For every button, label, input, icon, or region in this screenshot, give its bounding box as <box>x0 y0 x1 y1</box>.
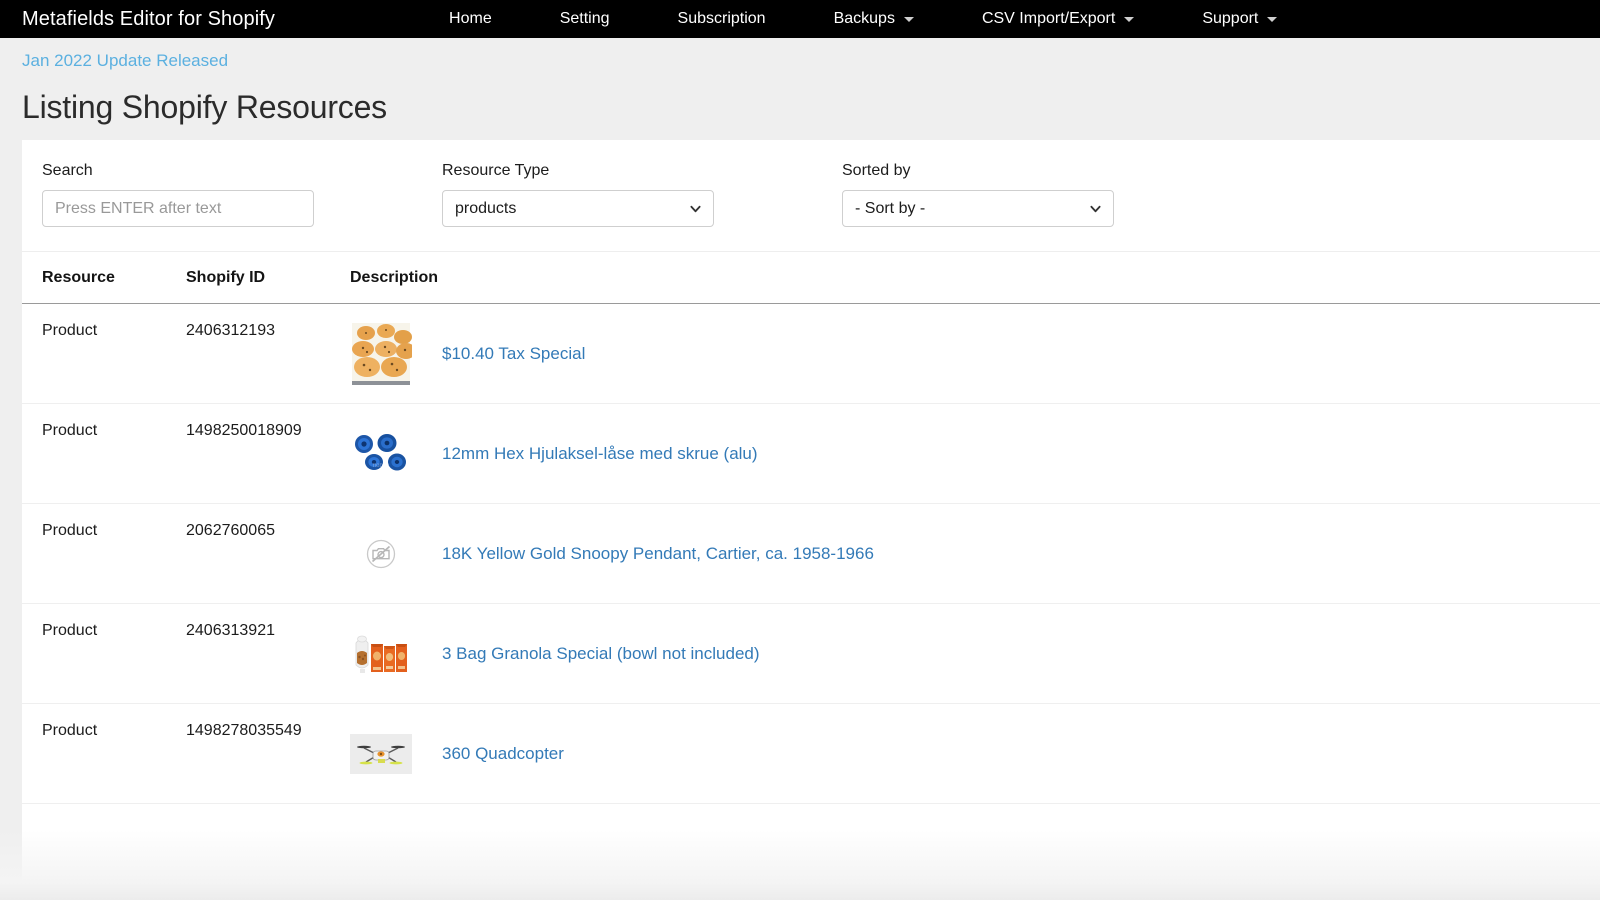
navbar-links: Home Setting Subscription Backups CSV Im… <box>415 10 1311 28</box>
sorted-by-selected-value: - Sort by - <box>855 200 925 218</box>
cell-description: hobby 12mm Hex Hjulaksel-låse med skrue … <box>350 404 1600 504</box>
nav-item-label: Backups <box>834 10 895 28</box>
cell-shopify-id: 1498250018909 <box>186 404 350 504</box>
table-row: Product 1498250018909 <box>22 404 1600 504</box>
cell-description: 18K Yellow Gold Snoopy Pendant, Cartier,… <box>350 504 1600 604</box>
sorted-by-field-group: Sorted by - Sort by - <box>842 162 1142 227</box>
chevron-down-icon <box>1267 17 1277 22</box>
cell-description: 360 Quadcopter <box>350 704 1600 804</box>
nav-item-label: Support <box>1202 10 1258 28</box>
resource-description-link[interactable]: 3 Bag Granola Special (bowl not included… <box>442 644 760 664</box>
cell-resource: Product <box>22 704 186 804</box>
cell-description: $10.40 Tax Special <box>350 304 1600 404</box>
table-row: Product 2406312193 <box>22 304 1600 404</box>
table-row: Product 2062760065 <box>22 504 1600 604</box>
chevron-down-icon <box>904 17 914 22</box>
cell-resource: Product <box>22 304 186 404</box>
blue-hex-hubs-image[interactable]: hobby <box>350 423 412 485</box>
update-announcement-link[interactable]: Jan 2022 Update Released <box>22 51 228 71</box>
search-input[interactable] <box>42 190 314 227</box>
content-card: Search Resource Type products Sorted by <box>22 140 1600 900</box>
nav-item-setting[interactable]: Setting <box>526 10 644 28</box>
table-row: Product 1498278035549 <box>22 704 1600 804</box>
resource-description-link[interactable]: 360 Quadcopter <box>442 744 564 764</box>
cookies-tray-image[interactable] <box>350 323 412 385</box>
nav-item-label: Subscription <box>678 10 766 28</box>
page-title: Listing Shopify Resources <box>22 89 1600 126</box>
resource-description-link[interactable]: 18K Yellow Gold Snoopy Pendant, Cartier,… <box>442 544 874 564</box>
cell-resource: Product <box>22 504 186 604</box>
table-header-row: Resource Shopify ID Description <box>22 252 1600 304</box>
nav-item-label: Setting <box>560 10 610 28</box>
quadcopter-drone-image[interactable] <box>350 723 412 785</box>
resource-type-select[interactable]: products <box>442 190 714 227</box>
nav-item-label: CSV Import/Export <box>982 10 1115 28</box>
chevron-down-icon <box>1124 17 1134 22</box>
filters-bar: Search Resource Type products Sorted by <box>22 140 1600 252</box>
sorted-by-label: Sorted by <box>842 162 1142 180</box>
cell-resource: Product <box>22 604 186 704</box>
resource-description-link[interactable]: $10.40 Tax Special <box>442 344 585 364</box>
cell-shopify-id: 2406313921 <box>186 604 350 704</box>
table-header: Resource Shopify ID Description <box>22 252 1600 304</box>
nav-item-backups[interactable]: Backups <box>800 10 948 28</box>
resources-table: Resource Shopify ID Description Product … <box>22 252 1600 804</box>
nav-item-support[interactable]: Support <box>1168 10 1311 28</box>
cell-description: 3 Bag Granola Special (bowl not included… <box>350 604 1600 704</box>
resource-type-label: Resource Type <box>442 162 842 180</box>
resource-type-selected-value: products <box>455 200 516 218</box>
cell-shopify-id: 2062760065 <box>186 504 350 604</box>
search-label: Search <box>42 162 442 180</box>
top-navbar: Metafields Editor for Shopify Home Setti… <box>0 0 1600 38</box>
column-header-shopify-id: Shopify ID <box>186 252 350 304</box>
table-row: Product 2406313921 <box>22 604 1600 704</box>
column-header-resource: Resource <box>22 252 186 304</box>
search-field-group: Search <box>42 162 442 227</box>
cell-resource: Product <box>22 404 186 504</box>
column-header-description: Description <box>350 252 1600 304</box>
cell-shopify-id: 2406312193 <box>186 304 350 404</box>
page-header-band: Jan 2022 Update Released Listing Shopify… <box>0 38 1600 140</box>
resource-type-field-group: Resource Type products <box>442 162 842 227</box>
app-brand-title: Metafields Editor for Shopify <box>22 8 275 31</box>
sorted-by-select-wrap: - Sort by - <box>842 190 1114 227</box>
svg-text:hobby: hobby <box>373 463 389 469</box>
no-image-placeholder-icon <box>350 523 412 585</box>
sorted-by-select[interactable]: - Sort by - <box>842 190 1114 227</box>
cell-shopify-id: 1498278035549 <box>186 704 350 804</box>
nav-item-home[interactable]: Home <box>415 10 526 28</box>
nav-item-csv-import-export[interactable]: CSV Import/Export <box>948 10 1168 28</box>
resource-description-link[interactable]: 12mm Hex Hjulaksel-låse med skrue (alu) <box>442 444 758 464</box>
table-body: Product 2406312193 <box>22 304 1600 804</box>
granola-bags-image[interactable] <box>350 623 412 685</box>
left-gutter <box>0 140 22 900</box>
nav-item-subscription[interactable]: Subscription <box>644 10 800 28</box>
nav-item-label: Home <box>449 10 492 28</box>
resource-type-select-wrap: products <box>442 190 714 227</box>
